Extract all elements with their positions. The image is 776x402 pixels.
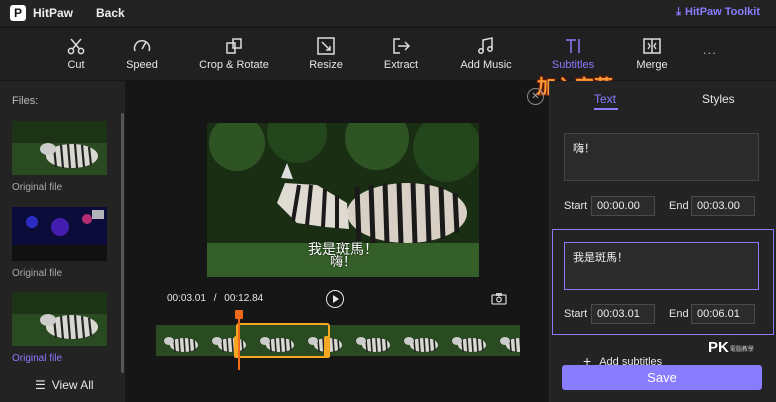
total-time: 00:12.84 <box>224 293 264 304</box>
tool-label: Subtitles <box>551 59 595 71</box>
zebra-thumbnail-image <box>12 121 107 175</box>
subtitle-text-input[interactable]: 嗨！ <box>564 133 759 181</box>
app-name: HitPaw <box>33 6 74 20</box>
end-time-field[interactable]: 00:03.00 <box>691 196 755 216</box>
timeline-frames <box>156 325 520 356</box>
music-note-icon <box>478 37 493 54</box>
file-label-selected: Original file <box>12 353 63 364</box>
tool-crop-rotate[interactable]: Crop & Rotate <box>198 28 270 80</box>
playhead[interactable] <box>235 310 243 370</box>
crop-rotate-icon <box>226 38 242 54</box>
files-scrollbar[interactable] <box>121 113 124 373</box>
toolkit-label: HitPaw Toolkit <box>685 6 760 18</box>
extract-icon <box>393 38 411 54</box>
subtitle-overlay-shadow: 嗨！ <box>329 254 356 269</box>
concert-thumbnail-image <box>12 207 107 261</box>
trim-handle-right[interactable] <box>324 336 330 358</box>
more-tools-button[interactable]: ... <box>703 42 717 57</box>
pk-watermark-logo: PK電腦教學 <box>708 339 754 356</box>
close-icon[interactable]: ✕ <box>527 88 544 105</box>
start-label: Start <box>564 200 588 212</box>
file-label: Original file <box>12 268 63 279</box>
file-label: Original file <box>12 182 63 193</box>
tool-cut[interactable]: Cut <box>52 28 100 80</box>
tool-label: Extract <box>383 59 419 71</box>
resize-icon <box>317 37 335 55</box>
tab-text[interactable]: Text <box>594 92 616 106</box>
tool-merge[interactable]: Merge <box>628 28 676 80</box>
speedometer-icon <box>133 40 151 52</box>
tool-label: Merge <box>636 59 668 71</box>
end-label: End <box>669 200 689 212</box>
tool-label: Add Music <box>460 59 512 71</box>
hitpaw-logo: P <box>10 5 26 21</box>
video-preview[interactable]: 我是斑馬！ 嗨！ <box>207 123 479 277</box>
tool-label: Crop & Rotate <box>199 59 269 71</box>
download-icon: ⤓ <box>676 6 682 18</box>
tab-styles[interactable]: Styles <box>702 92 735 106</box>
camera-icon[interactable] <box>491 292 507 305</box>
title-bar: P HitPaw Back ⤓ HitPaw Toolkit <box>0 0 776 27</box>
text-cursor-icon <box>566 39 580 53</box>
timeline-selection[interactable] <box>236 323 330 358</box>
files-title: Files: <box>12 95 39 107</box>
subtitle-text-input[interactable]: 我是斑馬！ <box>564 242 759 290</box>
tab-underline <box>594 108 618 110</box>
file-thumbnail[interactable] <box>12 207 107 261</box>
view-all-label: View All <box>51 378 94 392</box>
start-time-field[interactable]: 00:00.00 <box>591 196 655 216</box>
files-panel: Files: Original file Original file Origi… <box>0 81 125 402</box>
list-icon: ☰ <box>35 378 46 392</box>
tool-label: Cut <box>67 59 85 71</box>
end-time-field[interactable]: 00:06.01 <box>691 304 755 324</box>
back-button[interactable]: Back <box>96 6 125 20</box>
file-thumbnail[interactable] <box>12 292 107 346</box>
save-button[interactable]: Save <box>562 365 762 390</box>
merge-icon <box>643 38 661 54</box>
tool-extract[interactable]: Extract <box>377 28 425 80</box>
start-time-field[interactable]: 00:03.01 <box>591 304 655 324</box>
play-button[interactable] <box>326 290 344 308</box>
timeline-track[interactable] <box>156 325 520 356</box>
time-separator: / <box>213 293 217 304</box>
tool-speed[interactable]: Speed <box>118 28 166 80</box>
timecode: 00:03.01 / 00:12.84 <box>167 293 263 304</box>
view-all-button[interactable]: ☰ View All <box>35 378 94 392</box>
start-label: Start <box>564 308 588 320</box>
tool-label: Resize <box>309 59 343 71</box>
preview-area: 我是斑馬！ 嗨！ 00:03.01 / 00:12.84 <box>125 81 549 402</box>
scissors-icon <box>67 38 85 55</box>
zebra-thumbnail-image <box>12 292 107 346</box>
toolkit-link[interactable]: ⤓ HitPaw Toolkit <box>676 6 760 19</box>
file-thumbnail[interactable] <box>12 121 107 175</box>
end-label: End <box>669 308 689 320</box>
tool-add-music[interactable]: Add Music <box>455 28 517 80</box>
tool-bar: Cut Speed Crop & Rotate Resize Extract A… <box>0 28 776 80</box>
tool-resize[interactable]: Resize <box>302 28 350 80</box>
tool-label: Speed <box>126 59 158 71</box>
current-time: 00:03.01 <box>167 293 206 304</box>
